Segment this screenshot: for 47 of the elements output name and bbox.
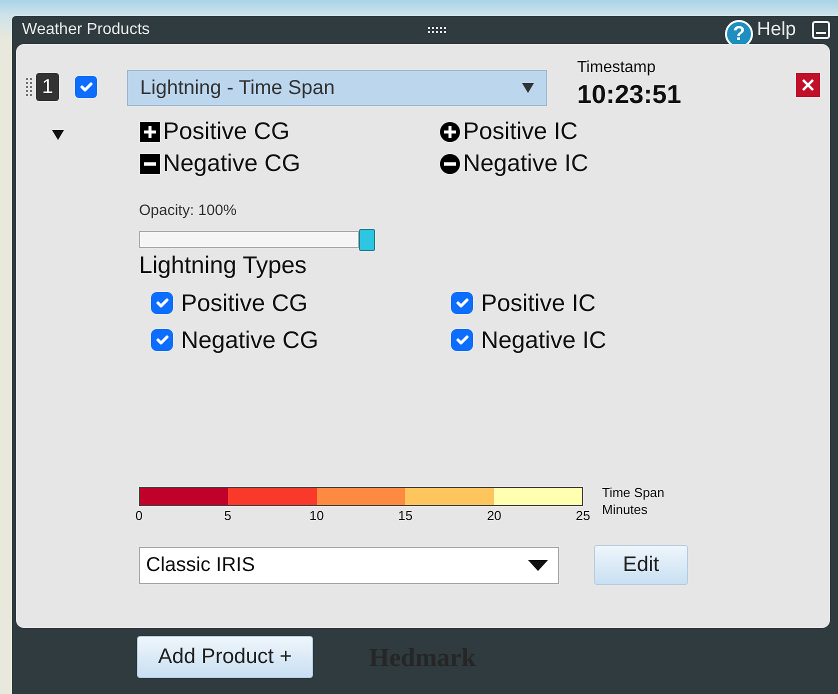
- scale-tick-label: 20: [486, 506, 502, 524]
- color-table-select[interactable]: Classic IRIS: [139, 546, 559, 584]
- scale-caption: Minutes: [602, 500, 649, 518]
- type-checkbox[interactable]: [451, 292, 473, 314]
- add-product-button[interactable]: Add Product +: [137, 636, 313, 678]
- type-label: Negative IC: [481, 326, 606, 356]
- type-checkbox[interactable]: [151, 292, 173, 314]
- product-select-value: Lightning - Time Span: [140, 76, 335, 101]
- scale-tick-label: 5: [223, 506, 232, 524]
- type-checkbox[interactable]: [151, 329, 173, 351]
- color-table-value: Classic IRIS: [146, 553, 255, 578]
- close-icon[interactable]: [796, 73, 820, 97]
- panel-title: Weather Products: [22, 20, 150, 40]
- product-checkbox[interactable]: [75, 76, 98, 98]
- section-heading: Lightning Types: [139, 250, 308, 280]
- type-label: Positive IC: [481, 288, 596, 318]
- opacity-slider-thumb[interactable]: [359, 228, 375, 250]
- grip-icon[interactable]: [428, 27, 446, 33]
- type-label: Positive CG: [181, 288, 308, 318]
- scale-tick-label: 0: [134, 506, 144, 524]
- circle-minus-icon: [439, 153, 461, 175]
- timestamp-value: 10:23:51: [577, 80, 682, 108]
- circle-plus-icon: [439, 121, 461, 143]
- type-label: Negative CG: [181, 326, 318, 356]
- dropdown-arrow-icon: [528, 560, 548, 570]
- legend-label: Positive CG: [163, 117, 290, 147]
- legend-label: Positive IC: [463, 117, 578, 147]
- drag-handle-icon[interactable]: [26, 78, 32, 96]
- scale-caption: Time Span: [602, 484, 664, 500]
- expand-toggle-icon[interactable]: [52, 130, 64, 140]
- square-plus-icon: [139, 121, 161, 143]
- minimize-icon[interactable]: [812, 21, 830, 39]
- edit-button[interactable]: Edit: [594, 545, 688, 585]
- square-minus-icon: [139, 153, 161, 175]
- opacity-label: Opacity: 100%: [139, 201, 238, 221]
- product-select[interactable]: Lightning - Time Span: [127, 70, 548, 106]
- legend-label: Negative IC: [463, 149, 588, 179]
- scale-tick-label: 15: [397, 506, 414, 524]
- legend-label: Negative CG: [163, 149, 300, 179]
- scale-tick-label: 25: [574, 506, 592, 524]
- opacity-slider-track[interactable]: [139, 231, 359, 248]
- timestamp-label: Timestamp: [577, 58, 657, 78]
- product-number: 1: [36, 73, 60, 101]
- scale-tick-label: 10: [308, 506, 325, 524]
- help-link[interactable]: Help: [756, 16, 796, 44]
- dropdown-arrow-icon: [522, 83, 534, 93]
- type-checkbox[interactable]: [451, 329, 473, 351]
